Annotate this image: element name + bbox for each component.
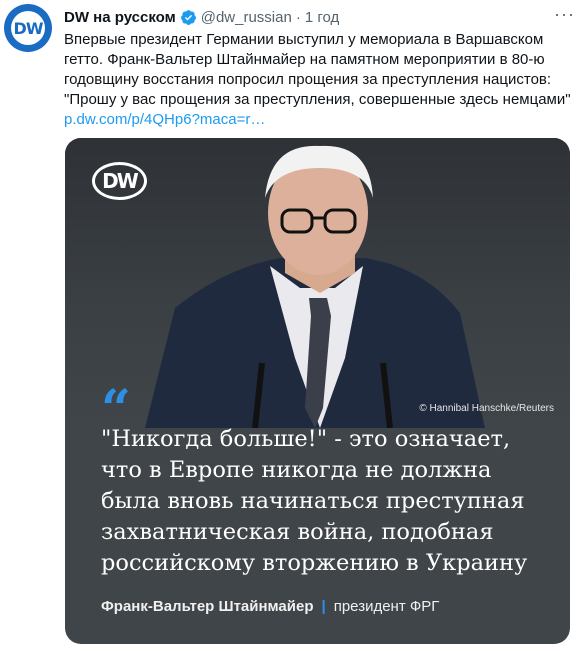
dw-logo-icon: DW xyxy=(11,11,45,45)
dw-card-logo-icon: DW xyxy=(92,162,147,200)
quote-line: "Никогда больше!" - это означает, xyxy=(101,426,511,452)
attribution-name: Франк-Вальтер Штайнмайер xyxy=(101,598,314,615)
media-card[interactable]: DW © Hannibal Hanschke/Reuters “ "Никогд… xyxy=(65,138,570,644)
quote-line: была вновь начинаться преступная xyxy=(101,488,525,514)
attribution-role: президент ФРГ xyxy=(333,598,440,615)
attribution-divider: | xyxy=(321,598,326,615)
verified-badge-icon xyxy=(180,9,196,25)
tweet-body: Впервые президент Германии выступил у ме… xyxy=(64,31,571,108)
quote-attribution: Франк-Вальтер Штайнмайер | президент ФРГ xyxy=(101,598,439,615)
more-dots-icon[interactable]: ··· xyxy=(554,4,575,25)
quote-line: российскому вторжению в Украину xyxy=(101,550,528,576)
photo-credit: © Hannibal Hanschke/Reuters xyxy=(419,403,554,414)
quote-line: что в Европе никогда не должна xyxy=(101,457,492,483)
quote-text: "Никогда больше!" - это означает, что в … xyxy=(101,424,561,579)
tweet-header: DW на русском @dw_russian · 1 год ··· xyxy=(64,4,575,28)
avatar[interactable]: DW xyxy=(4,4,52,52)
header-separator: · xyxy=(295,8,301,26)
tweet-link[interactable]: p.dw.com/p/4QHp6?maca=r… xyxy=(64,111,265,128)
tweet-timestamp[interactable]: 1 год xyxy=(305,9,339,26)
author-name[interactable]: DW на русском xyxy=(64,9,176,26)
tweet-text: Впервые президент Германии выступил у ме… xyxy=(64,30,572,130)
author-handle[interactable]: @dw_russian xyxy=(201,9,292,26)
quote-line: захватническая война, подобная xyxy=(101,519,494,545)
